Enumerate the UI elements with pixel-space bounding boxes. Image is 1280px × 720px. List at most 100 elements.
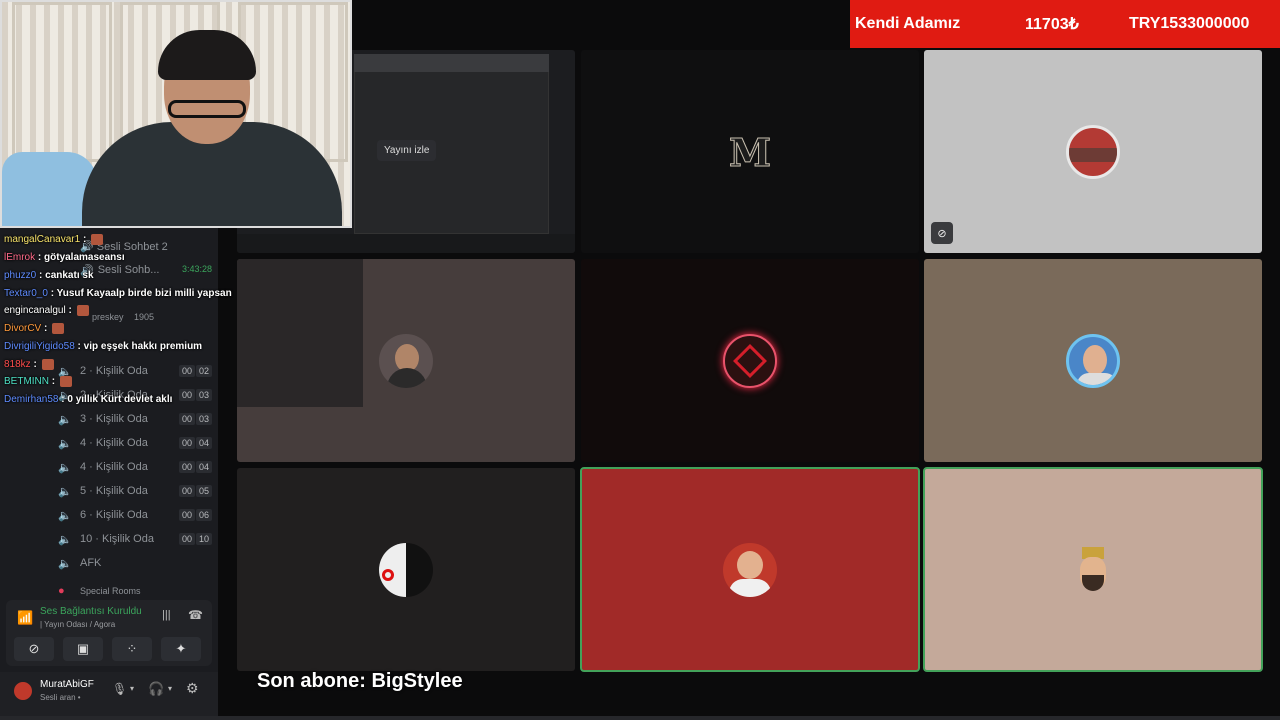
count-part: 00	[178, 509, 195, 521]
soundboard-button[interactable]: ✦	[161, 637, 201, 661]
channel-name: 5 · Kişilik Oda	[80, 485, 148, 497]
chat-separator: :	[80, 234, 90, 246]
voice-channel-item[interactable]: 🔈 4 · Kişilik Oda 00 04	[52, 456, 212, 478]
chat-text: Yusuf Kayaalp birde bizi milli yapsan	[56, 288, 232, 299]
avatar	[1066, 333, 1120, 388]
chat-username: 818kz	[4, 359, 31, 371]
speaker-icon: 🔈	[58, 557, 72, 570]
user-tile-theater[interactable]: ⊘	[924, 50, 1262, 253]
chat-separator: :	[41, 323, 51, 335]
m-logo: M	[728, 130, 772, 176]
camera-off-button[interactable]: ⊘	[14, 637, 54, 661]
microphone-icon[interactable]: 🎙	[112, 682, 127, 696]
chevron-down-icon[interactable]: ▾	[168, 684, 172, 693]
voice-location[interactable]: | Yayın Odası / Agora	[40, 620, 115, 629]
chat-username: DivorCV	[4, 323, 42, 335]
settings-gear-icon[interactable]: ⚙	[186, 680, 199, 697]
user-tile-guy[interactable]	[237, 259, 575, 462]
chat-message: DivrigiliYigido58 : vip eşşek hakkı prem…	[4, 341, 202, 352]
chat-message: mangalCanavar1 :	[4, 234, 104, 246]
user-count: 00 04	[178, 437, 212, 449]
speaker-icon: 🔈	[58, 485, 72, 498]
user-count: 00 10	[178, 533, 212, 545]
count-part: 04	[195, 437, 212, 449]
count-part: 04	[195, 461, 212, 473]
user-panel: MuratAbiGF Sesli aran • 🎙 ▾ 🎧 ▾ ⚙	[0, 672, 218, 716]
folder-icon: ●	[58, 585, 65, 597]
chat-message: Textar0_0 : Yusuf Kayaalp birde bizi mil…	[4, 288, 232, 299]
banner-goal: TRY1533000000	[1129, 15, 1250, 32]
signal-icon: 📶	[17, 610, 34, 625]
headphones-icon[interactable]: 🎧	[148, 681, 164, 697]
emote-icon	[52, 323, 65, 334]
count-part: 03	[195, 413, 212, 425]
chat-separator: :	[47, 288, 57, 299]
chat-separator: :	[49, 376, 58, 388]
chat-username: mangalCanavar1	[4, 234, 81, 246]
voice-channel-item[interactable]: 🔈 10 · Kişilik Oda 00 10	[52, 528, 212, 550]
chat-username: DivrigiliYigido58	[4, 341, 75, 352]
user-tile-m[interactable]: M	[581, 50, 919, 253]
chat-username: lEmrok	[4, 252, 36, 263]
watch-stream-button[interactable]: Yayını izle	[377, 140, 437, 161]
activities-button[interactable]: ⁘	[112, 637, 152, 661]
chat-message: lEmrok : götyalamaseansı	[4, 252, 125, 263]
voice-connection-panel: 📶 Ses Bağlantısı Kuruldu | Yayın Odası /…	[6, 600, 212, 666]
user-tile-speaking-red[interactable]	[580, 467, 920, 672]
count-part: 06	[195, 509, 212, 521]
chat-separator: :	[74, 341, 84, 352]
disconnect-icon[interactable]: ☎	[188, 608, 203, 622]
user-tile-cartoon[interactable]	[924, 259, 1262, 462]
channel-name: 6 · Kişilik Oda	[80, 509, 148, 521]
user-count: 00 04	[178, 461, 212, 473]
chat-separator: :	[35, 252, 45, 263]
chat-separator: :	[65, 305, 75, 317]
user-status: Sesli aran •	[40, 693, 81, 702]
user-tile-king[interactable]	[923, 467, 1263, 672]
chevron-down-icon[interactable]: ▾	[130, 684, 134, 693]
username[interactable]: MuratAbiGF	[40, 679, 94, 690]
chat-username: phuzz0	[4, 270, 37, 281]
avatar	[723, 542, 777, 597]
user-tile-bw[interactable]	[237, 468, 575, 671]
speaker-icon: 🔈	[58, 509, 72, 522]
muted-icon: ⊘	[931, 222, 953, 244]
count-part: 00	[178, 461, 195, 473]
chat-username: engincanalgul	[4, 305, 66, 317]
user-tile-red-emblem[interactable]	[581, 259, 919, 462]
bottom-strip	[0, 716, 1280, 720]
count-part: 00	[178, 437, 195, 449]
avatar[interactable]	[12, 680, 34, 702]
chat-text: vip eşşek hakkı premium	[83, 341, 203, 352]
emote-icon	[59, 376, 72, 387]
emote-icon	[41, 359, 54, 370]
channel-name: 3 · Kişilik Oda	[80, 413, 148, 425]
voice-channel-item[interactable]: 🔈 AFK	[52, 552, 212, 574]
channel-name: 10 · Kişilik Oda	[80, 533, 154, 545]
last-subscriber: Son abone: BigStylee	[257, 670, 463, 692]
webcam-feed	[0, 0, 352, 228]
chat-message: engincanalgul :	[4, 305, 89, 316]
banner-label: Kendi Adamız	[855, 15, 961, 32]
speaker-icon: 🔈	[58, 437, 72, 450]
avatar	[723, 333, 777, 388]
voice-status[interactable]: Ses Bağlantısı Kuruldu	[40, 606, 142, 617]
channel-name: 4 · Kişilik Oda	[80, 461, 148, 473]
chat-separator: :	[36, 270, 46, 281]
chat-username: Demirhan58	[4, 394, 59, 405]
voice-channel-item[interactable]: 🔈 6 · Kişilik Oda 00 06	[52, 504, 212, 526]
channel-name: AFK	[80, 557, 102, 569]
screen-share-button[interactable]: ▣	[63, 637, 103, 661]
voice-channel-item[interactable]: 🔈 5 · Kişilik Oda 00 05	[52, 480, 212, 502]
chat-text: götyalamaseansı	[44, 252, 125, 263]
chat-message: BETMINN :	[4, 376, 72, 387]
voice-channel-item[interactable]: 🔈 4 · Kişilik Oda 00 04	[52, 432, 212, 454]
noise-suppression-icon[interactable]: |||	[162, 609, 171, 621]
chat-message: phuzz0 : cankatı sk	[4, 270, 94, 281]
voice-channel-item[interactable]: ● Special Rooms	[52, 584, 212, 598]
chat-username: BETMINN	[4, 376, 49, 388]
count-part: 05	[195, 485, 212, 497]
chat-message: 818kz :	[4, 359, 54, 370]
user-count: 00 03	[178, 413, 212, 425]
donation-banner: Kendi Adamız 11703₺ TRY1533000000	[850, 0, 1280, 48]
